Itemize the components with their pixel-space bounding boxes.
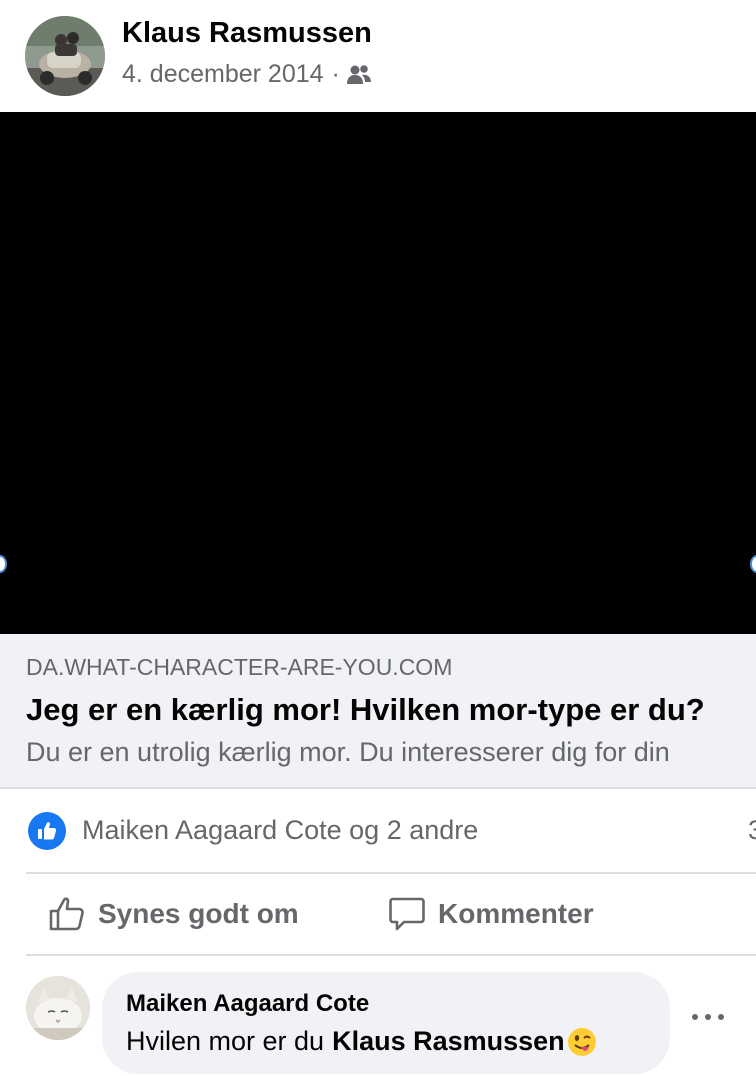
more-options-icon[interactable]	[692, 1010, 724, 1024]
comment-bubble-icon	[389, 897, 425, 931]
comment-bubble[interactable]: Maiken Aagaard Cote Hvilen mor er du Kla…	[102, 972, 670, 1074]
post-meta: 4. december 2014 ·	[122, 60, 372, 89]
cat-photo	[26, 976, 90, 1040]
reactions-count-tail: 3	[748, 815, 756, 845]
comment-label: Kommenter	[438, 898, 594, 929]
link-title: Jeg er en kærlig mor! Hvilken mor-type e…	[26, 692, 705, 727]
author-name[interactable]: Klaus Rasmussen	[122, 17, 372, 50]
like-button[interactable]: Synes godt om	[48, 894, 299, 934]
comment-author[interactable]: Maiken Aagaard Cote	[126, 990, 369, 1018]
action-bar: Synes godt om Kommenter	[0, 874, 756, 954]
comment-text: Hvilen mor er du Klaus Rasmussen	[126, 1026, 597, 1057]
friends-icon[interactable]	[346, 64, 372, 86]
video-media[interactable]	[0, 112, 756, 634]
comment-mention[interactable]: Klaus Rasmussen	[332, 1026, 565, 1057]
reactions-summary[interactable]: Maiken Aagaard Cote og 2 andre 3	[0, 789, 756, 872]
link-description: Du er en utrolig kærlig mor. Du interess…	[26, 737, 670, 767]
post-header: Klaus Rasmussen 4. december 2014 ·	[0, 0, 756, 112]
comment-body: Hvilen mor er du	[126, 1026, 325, 1056]
winking-tongue-emoji-icon	[567, 1027, 596, 1056]
thumbs-up-icon	[49, 897, 84, 931]
link-preview[interactable]: DA.WHAT-CHARACTER-ARE-YOU.COM Jeg er en …	[0, 634, 756, 787]
commenter-avatar[interactable]	[26, 976, 90, 1040]
post-date[interactable]: 4. december 2014	[122, 60, 324, 89]
like-reaction-icon	[28, 812, 66, 850]
reactions-text: Maiken Aagaard Cote og 2 andre	[82, 815, 479, 845]
comment-item: Maiken Aagaard Cote Hvilen mor er du Kla…	[0, 956, 756, 1076]
like-label: Synes godt om	[98, 898, 299, 929]
author-avatar[interactable]	[25, 16, 105, 96]
link-domain: DA.WHAT-CHARACTER-ARE-YOU.COM	[26, 654, 453, 680]
comment-button[interactable]: Kommenter	[388, 894, 594, 934]
motorcycle-photo	[25, 16, 105, 96]
meta-separator: ·	[331, 60, 340, 88]
